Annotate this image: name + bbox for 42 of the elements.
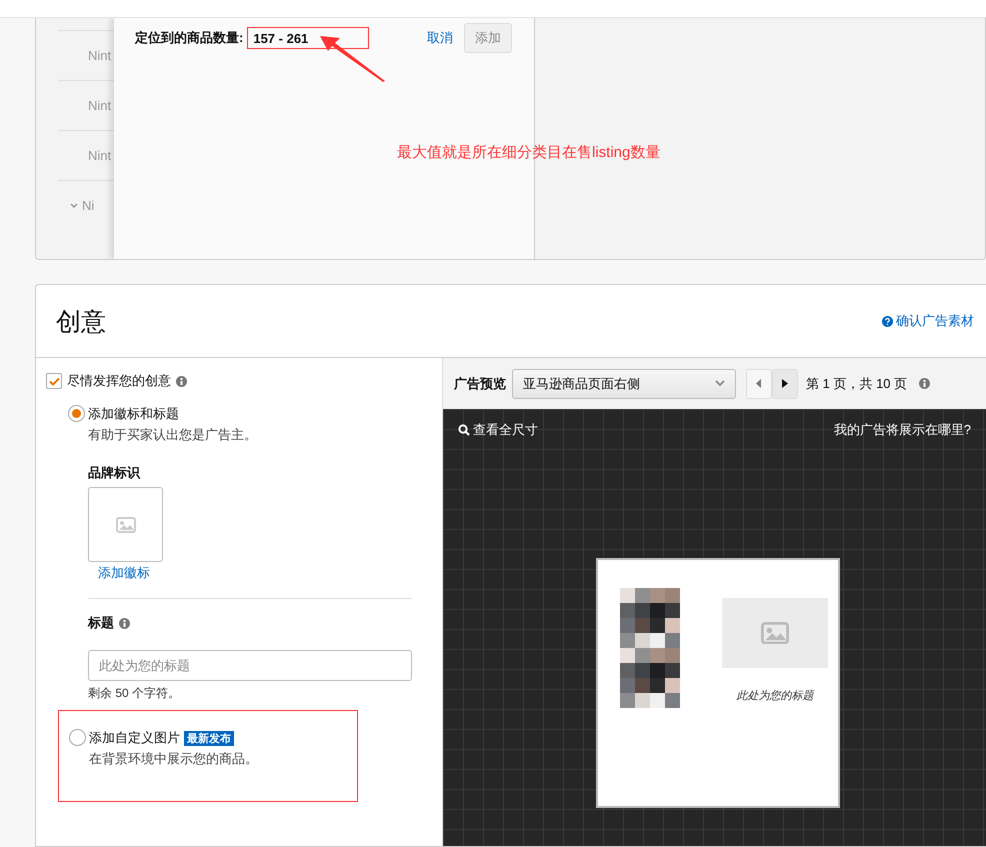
- ad-headline: 此处为您的标题: [736, 689, 814, 703]
- annotation-arrow: [318, 34, 386, 82]
- annotation-note: 最大值就是所在细分类目在售listing数量: [397, 143, 660, 162]
- full-size-link[interactable]: 查看全尺寸: [458, 421, 538, 439]
- confirm-creative-link[interactable]: 确认广告素材: [882, 312, 974, 330]
- info-icon: [119, 618, 130, 628]
- placement-help-link[interactable]: 我的广告将展示在哪里?: [834, 421, 971, 439]
- remaining-characters: 剩余 50 个字符。: [88, 685, 182, 702]
- previous-page-button[interactable]: [746, 368, 772, 398]
- radio-button[interactable]: [68, 405, 85, 422]
- add-logo-link[interactable]: 添加徽标: [98, 564, 412, 582]
- logo-label: 品牌标识: [88, 464, 142, 482]
- logo-upload-box[interactable]: [88, 487, 163, 562]
- info-icon: [176, 376, 187, 386]
- new-badge: 最新发布: [184, 730, 234, 746]
- section-title: 创意: [56, 306, 106, 338]
- search-icon: [458, 424, 470, 436]
- count-label: 定位到的商品数量:: [135, 29, 244, 47]
- count-value: 157 - 261: [247, 27, 370, 49]
- next-page-button[interactable]: [772, 368, 798, 398]
- radio-button[interactable]: [69, 729, 86, 746]
- triangle-left-icon: [756, 379, 762, 388]
- option-description: 在背景环境中展示您的商品。: [89, 750, 258, 768]
- checkbox-label: 尽情发挥您的创意: [67, 372, 171, 390]
- image-placeholder-icon: [761, 622, 789, 644]
- page-indicator: 第 1 页，共 10 页: [806, 374, 908, 392]
- image-placeholder-icon: [116, 516, 136, 532]
- checkmark-icon: [48, 376, 60, 386]
- headline-input[interactable]: 此处为您的标题: [88, 650, 412, 681]
- preview-label: 广告预览: [454, 374, 506, 392]
- option-description: 有助于买家认出您是广告主。: [88, 426, 257, 444]
- option-label: 添加徽标和标题: [88, 405, 180, 423]
- cancel-link[interactable]: 取消: [427, 29, 453, 47]
- triangle-right-icon: [782, 379, 788, 388]
- help-icon: [882, 316, 893, 326]
- option-label: 添加自定义图片: [89, 729, 180, 747]
- placement-select[interactable]: 亚马逊商品页面右侧: [512, 368, 736, 398]
- checkbox[interactable]: [46, 373, 62, 389]
- chevron-down-icon: [715, 380, 725, 387]
- info-icon: [919, 378, 930, 389]
- chevron-down-icon[interactable]: [70, 202, 78, 208]
- headline-label: 标题: [88, 614, 114, 632]
